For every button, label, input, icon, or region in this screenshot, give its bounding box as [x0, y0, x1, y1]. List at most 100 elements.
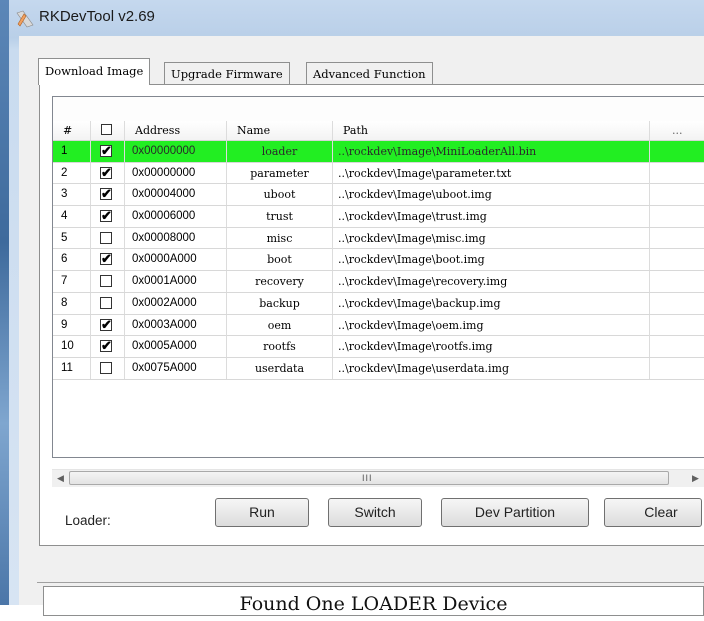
row-path[interactable]: ..\rockdev\Image\recovery.img — [333, 271, 650, 293]
row-address[interactable]: 0x00008000 — [125, 227, 227, 249]
row-address[interactable]: 0x0001A000 — [125, 271, 227, 293]
row-name[interactable]: loader — [227, 141, 333, 162]
row-path[interactable]: ..\rockdev\Image\uboot.img — [333, 184, 650, 206]
row-more[interactable] — [650, 315, 704, 336]
row-name[interactable]: uboot — [227, 184, 333, 206]
row-more[interactable] — [650, 271, 704, 292]
row-name[interactable]: boot — [227, 249, 333, 271]
row-path[interactable]: ..\rockdev\Image\userdata.img — [333, 357, 650, 379]
row-name[interactable]: backup — [227, 292, 333, 314]
table-row[interactable]: 8 0x0002A000 backup ..\rockdev\Image\backup… — [53, 292, 704, 315]
header-address[interactable]: Address — [125, 121, 227, 140]
row-path[interactable]: ..\rockdev\Image\rootfs.img — [333, 336, 650, 358]
row-address[interactable]: 0x00000000 — [125, 141, 227, 162]
row-address[interactable]: 0x0005A000 — [125, 336, 227, 358]
header-more[interactable]: ... — [650, 121, 704, 140]
row-path[interactable]: ..\rockdev\Image\MiniLoaderAll.bin — [333, 141, 650, 162]
list-rows: 1 ✔ 0x00000000 loader ..\rockdev\Image\MiniL… — [53, 141, 704, 380]
run-button[interactable]: Run — [215, 498, 309, 527]
switch-button[interactable]: Switch — [328, 498, 422, 527]
row-checkbox[interactable] — [100, 275, 112, 288]
scroll-right-arrow-icon[interactable]: ▶ — [687, 470, 704, 487]
row-path[interactable]: ..\rockdev\Image\backup.img — [333, 292, 650, 314]
table-row[interactable]: 4 ✔ 0x00006000 trust ..\rockdev\Image\trust.… — [53, 206, 704, 228]
row-name[interactable]: rootfs — [227, 336, 333, 358]
row-address[interactable]: 0x00000000 — [125, 162, 227, 184]
tab-upgrade-firmware[interactable]: Upgrade Firmware — [164, 62, 290, 84]
row-checkbox[interactable]: ✔ — [100, 338, 112, 353]
check-mark-icon: ✔ — [101, 208, 112, 224]
row-address[interactable]: 0x00006000 — [125, 206, 227, 228]
dev-partition-button[interactable]: Dev Partition — [441, 498, 589, 527]
table-row[interactable]: 10 ✔ 0x0005A000 rootfs ..\rockdev\Image\root… — [53, 336, 704, 358]
row-checkbox[interactable]: ✔ — [100, 186, 112, 201]
row-check-cell: ✔ — [91, 162, 125, 184]
row-number: 11 — [53, 357, 91, 379]
tab-advanced-function[interactable]: Advanced Function — [306, 62, 433, 84]
table-row[interactable]: 7 0x0001A000 recovery ..\rockdev\Image\reco… — [53, 271, 704, 293]
row-checkbox[interactable]: ✔ — [100, 165, 112, 180]
row-more[interactable] — [650, 141, 704, 162]
row-address[interactable]: 0x0075A000 — [125, 357, 227, 379]
row-path[interactable]: ..\rockdev\Image\misc.img — [333, 227, 650, 249]
table-row[interactable]: 9 ✔ 0x0003A000 oem ..\rockdev\Image\oem.img — [53, 314, 704, 337]
row-path[interactable]: ..\rockdev\Image\parameter.txt — [333, 162, 650, 184]
row-checkbox[interactable]: ✔ — [100, 317, 112, 332]
row-checkbox[interactable]: ✔ — [100, 251, 112, 266]
title-bar[interactable]: RKDevTool v2.69 — [9, 0, 704, 36]
tab-download-image[interactable]: Download Image — [38, 58, 151, 85]
row-path[interactable]: ..\rockdev\Image\oem.img — [333, 314, 650, 336]
row-checkbox[interactable] — [100, 296, 112, 309]
row-more[interactable] — [650, 249, 704, 270]
row-more[interactable] — [650, 358, 704, 379]
header-check[interactable] — [91, 121, 125, 140]
table-row[interactable]: 5 0x00008000 misc ..\rockdev\Image\misc.img — [53, 227, 704, 250]
header-name[interactable]: Name — [227, 121, 333, 140]
row-name[interactable]: parameter — [227, 162, 333, 184]
row-more[interactable] — [650, 228, 704, 249]
status-bar: Found One LOADER Device — [43, 586, 704, 616]
row-more[interactable] — [650, 206, 704, 227]
horizontal-scrollbar[interactable]: ◀ III ▶ — [52, 469, 704, 487]
row-checkbox[interactable] — [100, 231, 112, 244]
row-address[interactable]: 0x00004000 — [125, 184, 227, 206]
check-mark-icon: ✔ — [101, 338, 112, 354]
header-checkbox[interactable] — [101, 124, 112, 135]
row-address[interactable]: 0x0003A000 — [125, 314, 227, 336]
row-checkbox[interactable]: ✔ — [100, 143, 112, 158]
row-number: 5 — [53, 227, 91, 249]
row-address[interactable]: 0x0002A000 — [125, 292, 227, 314]
row-name[interactable]: trust — [227, 206, 333, 228]
row-check-cell — [91, 357, 125, 379]
header-num[interactable]: # — [53, 121, 91, 140]
table-row[interactable]: 6 ✔ 0x0000A000 boot ..\rockdev\Image\boot.im… — [53, 249, 704, 272]
row-path[interactable]: ..\rockdev\Image\trust.img — [333, 206, 650, 228]
row-checkbox[interactable]: ✔ — [100, 208, 112, 223]
row-checkbox[interactable] — [100, 361, 112, 374]
row-address[interactable]: 0x0000A000 — [125, 249, 227, 271]
row-more[interactable] — [650, 163, 704, 184]
tab-label: Upgrade Firmware — [171, 67, 283, 81]
scroll-thumb[interactable]: III — [69, 471, 669, 485]
table-row[interactable]: 1 ✔ 0x00000000 loader ..\rockdev\Image\MiniL… — [53, 141, 704, 163]
row-number: 7 — [53, 271, 91, 293]
row-name[interactable]: misc — [227, 227, 333, 249]
check-mark-icon: ✔ — [101, 186, 112, 202]
list-toolbar-area — [53, 97, 704, 122]
clear-button[interactable]: Clear — [604, 498, 702, 527]
image-list[interactable]: # Address Name Path ... 1 ✔ 0x00000000 load… — [52, 96, 704, 458]
row-name[interactable]: userdata — [227, 357, 333, 379]
row-more[interactable] — [650, 293, 704, 314]
header-path[interactable]: Path — [333, 121, 650, 140]
scroll-left-arrow-icon[interactable]: ◀ — [52, 470, 69, 487]
table-row[interactable]: 2 ✔ 0x00000000 parameter ..\rockdev\Image\pa… — [53, 162, 704, 185]
row-name[interactable]: oem — [227, 314, 333, 336]
row-more[interactable] — [650, 336, 704, 357]
table-row[interactable]: 11 0x0075A000 userdata ..\rockdev\Image\use… — [53, 357, 704, 380]
row-name[interactable]: recovery — [227, 271, 333, 293]
row-check-cell: ✔ — [91, 141, 125, 162]
row-more[interactable] — [650, 184, 704, 205]
row-path[interactable]: ..\rockdev\Image\boot.img — [333, 249, 650, 271]
check-mark-icon: ✔ — [101, 251, 112, 267]
table-row[interactable]: 3 ✔ 0x00004000 uboot ..\rockdev\Image\uboot.… — [53, 184, 704, 207]
